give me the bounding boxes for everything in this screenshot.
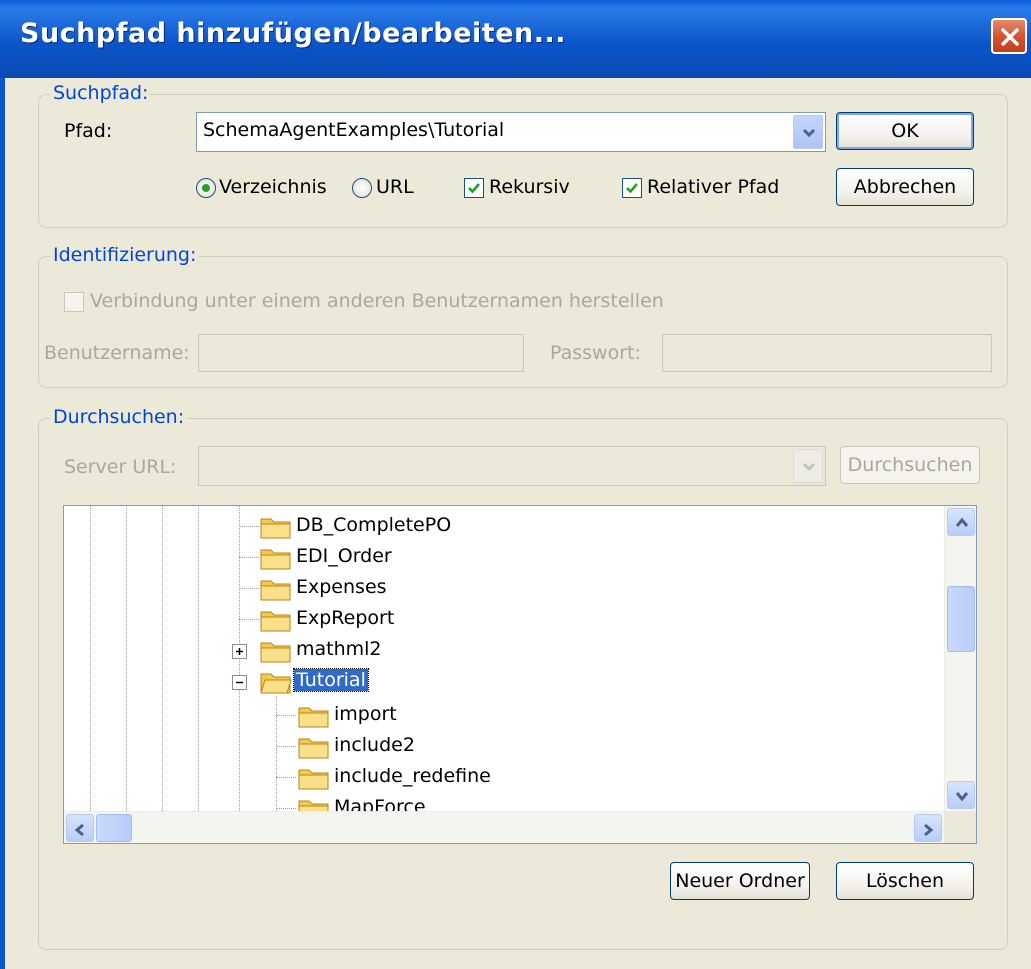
path-value: SchemaAgentExamples\Tutorial	[203, 119, 505, 141]
scrollbar-corner	[944, 811, 976, 843]
title-bar[interactable]: Suchpfad hinzufügen/bearbeiten...	[0, 0, 1031, 78]
scroll-down-button[interactable]	[947, 781, 975, 809]
folder-icon	[260, 611, 291, 632]
tree-branch	[239, 588, 259, 589]
chevron-left-icon	[74, 823, 84, 837]
tree-node-label: mathml2	[296, 638, 382, 660]
tree-branch	[276, 777, 296, 778]
tree-node-label: Tutorial	[293, 668, 369, 692]
suchpfad-legend: Suchpfad:	[50, 82, 152, 104]
radio-selected-dot	[202, 184, 210, 192]
folder-icon	[260, 549, 291, 570]
server-url-combobox[interactable]	[198, 446, 826, 486]
delete-button[interactable]: Löschen	[836, 862, 974, 900]
tree-branch	[239, 526, 259, 527]
tree-node-selected[interactable]: Tutorial	[260, 667, 660, 695]
scroll-left-button[interactable]	[66, 814, 94, 842]
durchsuchen-legend: Durchsuchen:	[50, 406, 188, 428]
folder-open-icon	[260, 673, 292, 694]
folder-icon	[298, 769, 329, 790]
radio-verzeichnis-label[interactable]: Verzeichnis	[219, 176, 327, 198]
scroll-up-button[interactable]	[947, 508, 975, 536]
tree-node[interactable]: mathml2	[260, 636, 660, 664]
tree-node-label: Expenses	[296, 576, 387, 598]
password-label: Passwort:	[550, 342, 641, 364]
tree-node-label: include2	[334, 734, 415, 756]
tree-branch	[276, 808, 296, 809]
folder-icon	[260, 642, 291, 663]
tree-guide-line	[198, 506, 199, 811]
tree-node[interactable]: ExpReport	[260, 605, 660, 633]
tree-node-label: import	[334, 703, 397, 725]
check-other-user-label[interactable]: Verbindung unter einem anderen Benutzern…	[90, 290, 664, 312]
folder-icon	[298, 707, 329, 728]
check-rekursiv-label[interactable]: Rekursiv	[489, 176, 570, 198]
tree-node[interactable]: EDI_Order	[260, 543, 660, 571]
tree-guide-line	[162, 506, 163, 811]
horizontal-scrollbar[interactable]	[64, 811, 944, 843]
close-icon	[1001, 28, 1019, 46]
radio-url[interactable]	[352, 178, 372, 198]
folder-icon	[260, 518, 291, 539]
username-label: Benutzername:	[44, 342, 190, 364]
tree-branch	[239, 619, 259, 620]
checkmark-icon	[468, 183, 480, 194]
username-input[interactable]	[198, 334, 524, 372]
plus-icon	[236, 648, 243, 655]
dialog-window: Suchpfad hinzufügen/bearbeiten... Suchpf…	[0, 0, 1031, 969]
password-input[interactable]	[662, 334, 992, 372]
collapse-button[interactable]	[232, 675, 247, 690]
chevron-up-icon	[955, 517, 969, 527]
checkmark-icon	[626, 183, 638, 194]
tree-node[interactable]: import	[298, 701, 698, 729]
path-combobox[interactable]: SchemaAgentExamples\Tutorial	[196, 112, 826, 152]
horizontal-scroll-thumb[interactable]	[96, 814, 132, 842]
folder-icon	[260, 580, 291, 601]
close-button[interactable]	[991, 18, 1027, 54]
radio-verzeichnis[interactable]	[196, 178, 216, 198]
chevron-right-icon	[924, 823, 934, 837]
folder-tree[interactable]: DB_CompletePO EDI_Order Expenses ExpRepo…	[63, 505, 977, 844]
check-relativer-pfad-label[interactable]: Relativer Pfad	[647, 176, 779, 198]
check-other-user[interactable]	[64, 292, 84, 312]
check-rekursiv[interactable]	[464, 178, 484, 198]
server-url-label: Server URL:	[64, 456, 177, 478]
path-label: Pfad:	[64, 120, 113, 142]
server-url-dropdown-button[interactable]	[793, 449, 823, 483]
dialog-title: Suchpfad hinzufügen/bearbeiten...	[20, 18, 567, 49]
tree-node[interactable]: include_redefine	[298, 763, 698, 791]
tree-node-label: ExpReport	[296, 607, 395, 629]
tree-node[interactable]: DB_CompletePO	[260, 512, 660, 540]
tree-node-label: include_redefine	[334, 765, 491, 787]
tree-guide-line	[276, 696, 277, 811]
tree-branch	[276, 746, 296, 747]
tree-node-label: EDI_Order	[296, 545, 392, 567]
chevron-down-icon	[802, 462, 816, 472]
expand-button[interactable]	[232, 644, 247, 659]
identifizierung-legend: Identifizierung:	[50, 244, 200, 266]
window-border	[0, 78, 5, 969]
ok-button[interactable]: OK	[836, 112, 974, 150]
chevron-down-icon	[802, 128, 816, 138]
check-relativer-pfad[interactable]	[622, 178, 642, 198]
minus-icon	[236, 681, 243, 684]
tree-guide-line	[90, 506, 91, 811]
scroll-right-button[interactable]	[914, 814, 942, 842]
new-folder-button[interactable]: Neuer Ordner	[670, 862, 810, 900]
tree-node[interactable]: Expenses	[260, 574, 660, 602]
cancel-button[interactable]: Abbrechen	[836, 168, 974, 206]
tree-node[interactable]: include2	[298, 732, 698, 760]
tree-branch	[276, 715, 296, 716]
tree-guide-line	[126, 506, 127, 811]
tree-node-label: DB_CompletePO	[296, 514, 452, 536]
browse-button[interactable]: Durchsuchen	[840, 446, 980, 484]
tree-branch	[239, 557, 259, 558]
radio-url-label[interactable]: URL	[376, 176, 414, 198]
folder-icon	[298, 738, 329, 759]
vertical-scroll-thumb[interactable]	[947, 586, 975, 652]
vertical-scrollbar[interactable]	[944, 506, 976, 811]
path-dropdown-button[interactable]	[793, 115, 823, 149]
chevron-down-icon	[955, 792, 969, 802]
